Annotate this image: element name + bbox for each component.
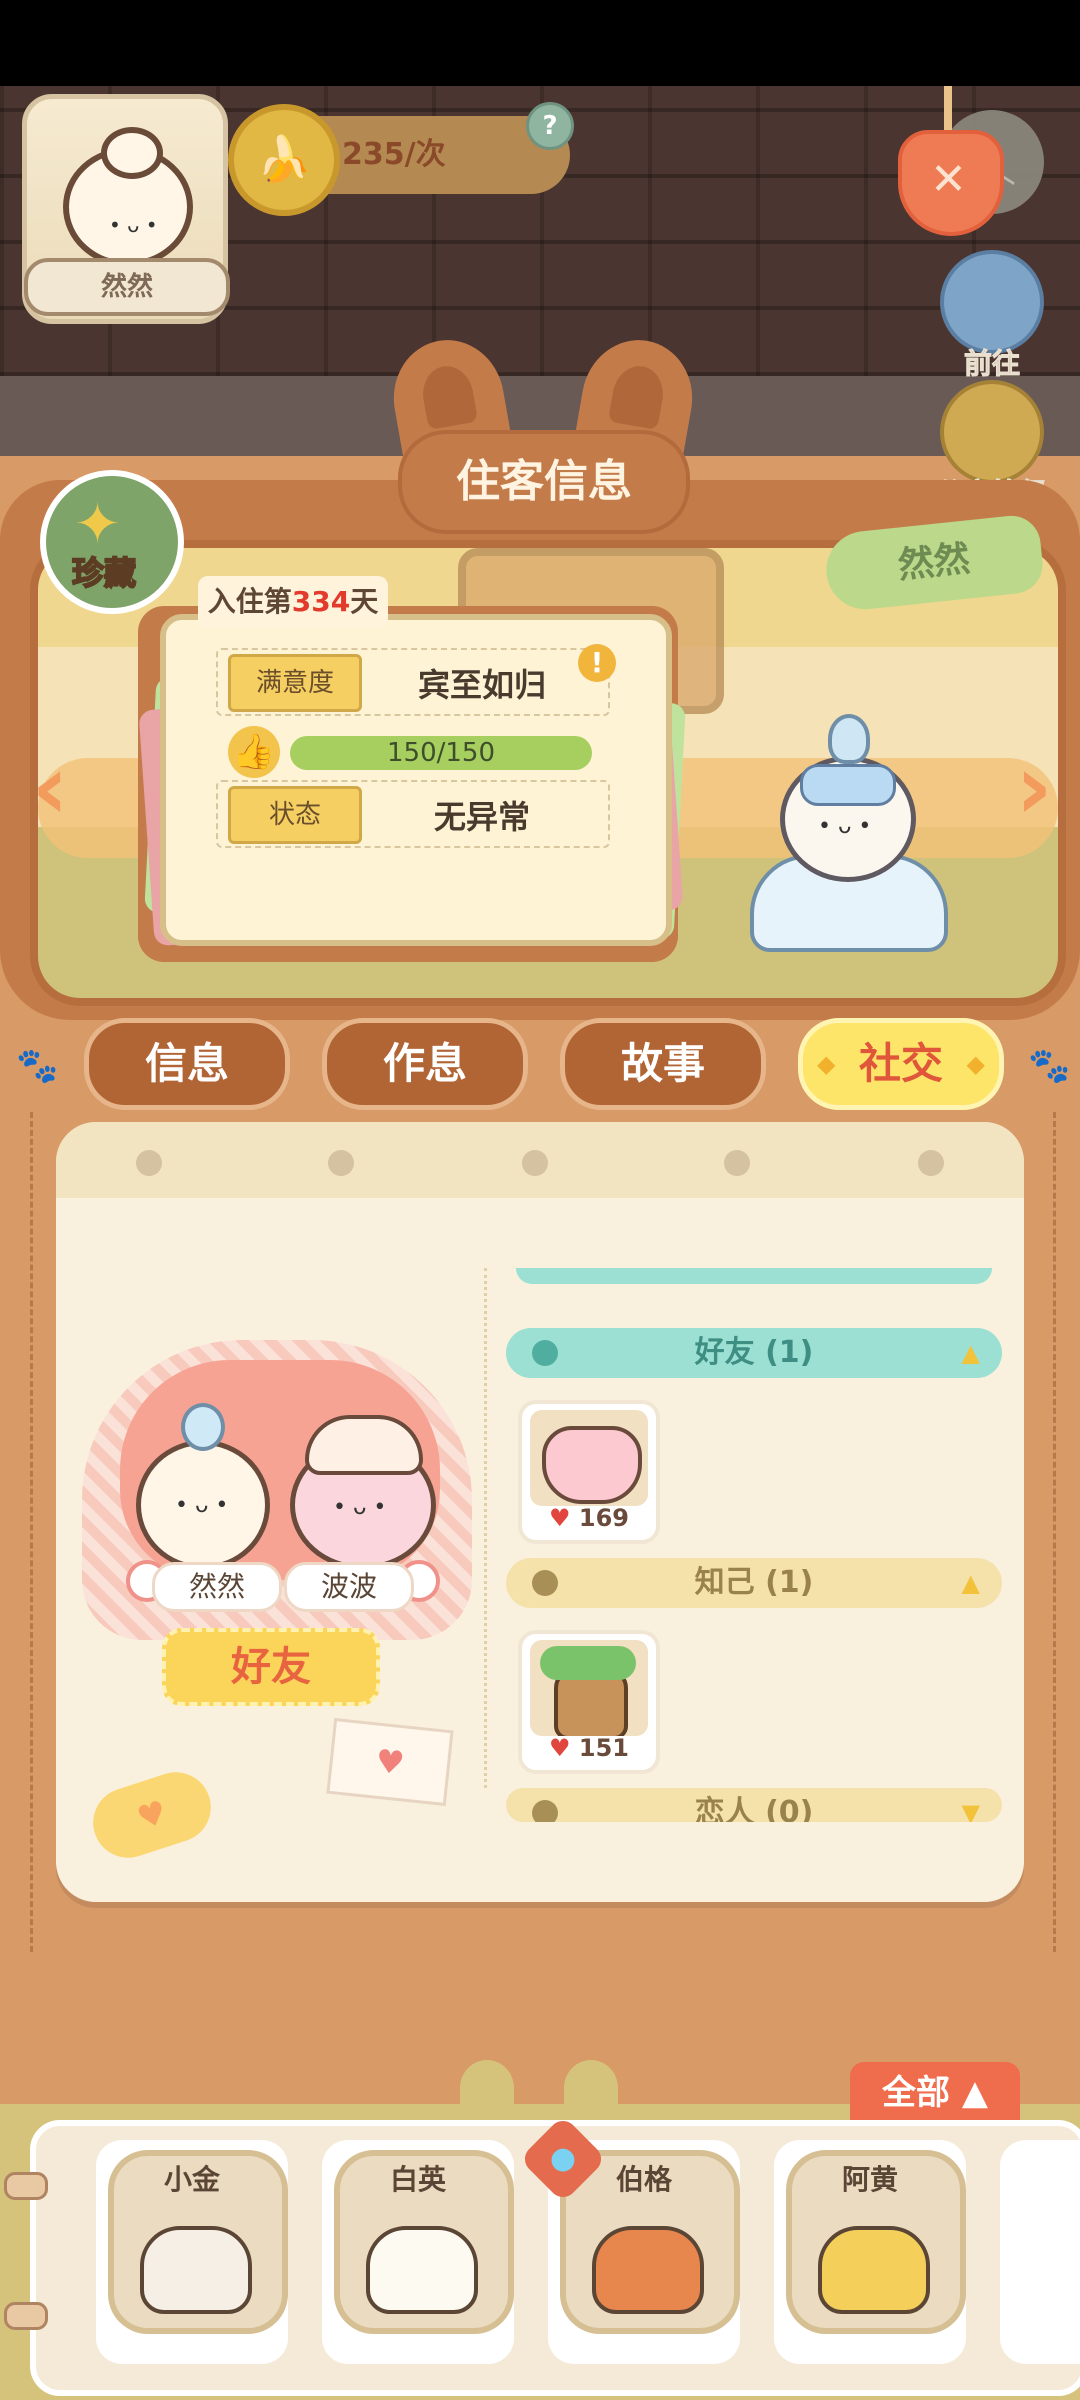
fish-badge-icon: ●: [519, 2115, 607, 2203]
status-bar: [0, 0, 1080, 86]
tab-story[interactable]: 故事: [560, 1018, 766, 1110]
pair-right-name: 波波: [284, 1562, 414, 1612]
panel-title: 住客信息: [398, 430, 690, 534]
affinity-count: 169: [578, 1504, 629, 1532]
resident-slot-partial[interactable]: [1000, 2140, 1080, 2364]
roster-cat-ears: [456, 2060, 622, 2120]
section-header-partial: [516, 1268, 992, 1284]
chevron-up-icon: ▲: [961, 1569, 980, 1597]
cake-character-icon: [542, 1426, 642, 1504]
burger-character-icon: [592, 2226, 704, 2314]
chevron-down-icon: ▼: [961, 1799, 980, 1822]
section-close-friends[interactable]: 知己 (1) ▲: [506, 1558, 1002, 1608]
next-resident-button[interactable]: ›: [994, 740, 1074, 836]
tab-social[interactable]: 社交: [798, 1018, 1004, 1110]
pair-left-character: • ᴗ •: [136, 1403, 270, 1570]
currency-pill: 🍌 235/次: [228, 104, 570, 216]
resident-character[interactable]: • ᴗ •: [726, 704, 962, 954]
tree-character-icon: [540, 1646, 636, 1736]
banana-icon: 🍌: [228, 104, 340, 216]
resident-slot[interactable]: 小金: [96, 2140, 288, 2364]
dog-character-icon: [818, 2226, 930, 2314]
treasure-label: 珍藏: [71, 553, 137, 593]
letter-icon: ♥: [326, 1717, 454, 1807]
player-name: 然然: [24, 258, 230, 316]
bird-character-icon: [366, 2226, 478, 2314]
affinity-count: 151: [578, 1734, 629, 1762]
stay-days: 入住第334天: [198, 576, 388, 628]
satisfaction-label: 满意度: [228, 654, 362, 712]
resident-slot[interactable]: 阿黄: [774, 2140, 966, 2364]
close-button[interactable]: ✕: [898, 130, 1004, 236]
paw-icon: 🐾: [1028, 1046, 1071, 1086]
friend-card[interactable]: ♥ 151: [518, 1630, 660, 1774]
currency-text: 235/次: [342, 137, 446, 172]
notebook-divider: [484, 1268, 487, 1788]
section-friends[interactable]: 好友 (1) ▲: [506, 1328, 1002, 1378]
status-value: 无异常: [434, 798, 531, 836]
resident-slot[interactable]: 白英: [322, 2140, 514, 2364]
paw-icon: 🐾: [16, 1046, 59, 1086]
warning-icon[interactable]: !: [578, 644, 616, 682]
avatar-head: • ᴗ •: [63, 127, 193, 267]
goto-button[interactable]: 前往: [934, 250, 1050, 382]
tab-info[interactable]: 信息: [84, 1018, 290, 1110]
game-screen: • ᴗ • 然然 🍌 235/次 ? ︿ ✕ 前往 公寓等级 住客信息 ✦ 珍藏…: [0, 0, 1080, 2400]
stay-days-number: 334: [291, 585, 351, 618]
cat-character-icon: [140, 2226, 252, 2314]
tab-schedule[interactable]: 作息: [322, 1018, 528, 1110]
bow-icon: [800, 764, 896, 806]
friend-icon: [532, 1800, 558, 1822]
pair-right-character: • ᴗ •: [290, 1415, 436, 1570]
help-icon[interactable]: ?: [526, 102, 574, 150]
friend-card[interactable]: ♥ 169: [518, 1400, 660, 1544]
map-pin-icon: [940, 250, 1044, 354]
previous-resident-button[interactable]: ‹: [10, 740, 90, 836]
section-lovers[interactable]: 恋人 (0) ▼: [506, 1788, 1002, 1822]
heart-icon: ♥: [549, 1504, 571, 1532]
chevron-up-icon: ▲: [961, 1339, 980, 1367]
filter-all-button[interactable]: 全部 ▲: [850, 2062, 1020, 2124]
friend-icon: [532, 1570, 558, 1596]
cat-badge-icon: [940, 380, 1044, 484]
thumbs-up-icon: 👍: [228, 726, 280, 778]
heart-icon: ♥: [549, 1734, 571, 1762]
progress-text: 150/150: [386, 738, 495, 768]
goto-label: 前往: [963, 347, 1020, 381]
pair-left-name: 然然: [152, 1562, 282, 1612]
status-label: 状态: [228, 786, 362, 844]
close-icon: ✕: [930, 154, 967, 205]
relation-label: 好友: [162, 1628, 380, 1706]
satisfaction-value: 宾至如归: [418, 666, 547, 704]
friend-icon: [532, 1340, 558, 1366]
